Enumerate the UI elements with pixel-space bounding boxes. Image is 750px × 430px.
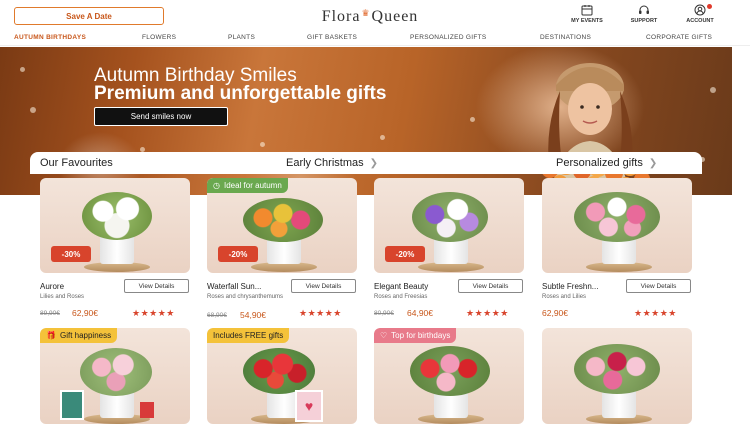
notification-dot: [707, 4, 712, 9]
product-card[interactable]: ◷ Ideal for autumn -20% Waterfall Sun... …: [207, 178, 357, 323]
view-details-button[interactable]: View Details: [458, 279, 523, 293]
price: 54,90€: [240, 310, 266, 320]
crown-icon: ♛: [361, 7, 371, 18]
product-description: Roses and Freesias: [374, 294, 428, 300]
support-label: SUPPORT: [630, 18, 658, 24]
user-icon: [694, 4, 706, 16]
product-card[interactable]: -20% Elegant Beauty Roses and Freesias V…: [374, 178, 524, 323]
view-details-button[interactable]: View Details: [626, 279, 691, 293]
gift-card-image: [60, 390, 84, 420]
nav-plants[interactable]: PLANTS: [228, 34, 255, 41]
product-image[interactable]: ♥ Includes FREE gifts: [207, 328, 357, 424]
old-price: 80,90€: [374, 310, 394, 317]
product-image[interactable]: 🎁 Gift happiness: [40, 328, 190, 424]
product-card[interactable]: 🎁 Gift happiness: [40, 328, 190, 424]
account-button[interactable]: ACCOUNT: [678, 4, 722, 24]
heart-card-image: ♥: [295, 390, 323, 422]
nav-flowers[interactable]: FLOWERS: [142, 34, 176, 41]
send-smiles-button[interactable]: Send smiles now: [94, 107, 228, 126]
promo-tag-label: Top for birthdays: [391, 331, 451, 340]
view-details-button[interactable]: View Details: [124, 279, 189, 293]
price: 62,90€: [542, 308, 568, 318]
discount-badge: -20%: [218, 246, 258, 262]
clock-icon: ◷: [213, 181, 220, 190]
my-events-label: MY EVENTS: [571, 18, 603, 24]
price: 64,90€: [407, 308, 433, 318]
promo-tag: Includes FREE gifts: [207, 328, 290, 343]
product-name[interactable]: Aurore: [40, 282, 120, 291]
discount-badge: -30%: [51, 246, 91, 262]
product-image[interactable]: ♡ Top for birthdays: [374, 328, 524, 424]
old-price: 89,90€: [40, 310, 60, 317]
product-tabs: Our Favourites Early Christmas ❯ Personal…: [30, 152, 702, 174]
rating-stars: ★★★★★: [634, 308, 677, 318]
promo-tag: ◷ Ideal for autumn: [207, 178, 288, 193]
headset-icon: [639, 5, 649, 14]
promo-tag: 🎁 Gift happiness: [40, 328, 118, 343]
calendar-icon: [581, 5, 593, 16]
product-card[interactable]: Subtle Freshn... Roses and Lilies View D…: [542, 178, 692, 323]
product-image[interactable]: [542, 328, 692, 424]
product-image[interactable]: -30%: [40, 178, 190, 273]
account-label: ACCOUNT: [686, 18, 714, 24]
header: Save A Date Flora ♛ Queen MY EVENTS SUPPOR…: [0, 0, 750, 32]
save-a-date-button[interactable]: Save A Date: [14, 7, 164, 25]
my-events-button[interactable]: MY EVENTS: [565, 4, 609, 24]
chevron-right-icon: ❯: [648, 158, 658, 169]
discount-badge: -20%: [385, 246, 425, 262]
promo-tag-label: Ideal for autumn: [223, 181, 282, 190]
nav-destinations[interactable]: DESTINATIONS: [540, 34, 591, 41]
tab-label: Personalized gifts: [556, 157, 643, 169]
product-name[interactable]: Elegant Beauty: [374, 282, 454, 291]
product-image[interactable]: ◷ Ideal for autumn -20%: [207, 178, 357, 273]
promo-tag-label: Includes FREE gifts: [213, 331, 284, 340]
nav-gift-baskets[interactable]: GIFT BASKETS: [307, 34, 357, 41]
product-description: Roses and Lilies: [542, 294, 587, 300]
gift-icon: 🎁: [46, 331, 56, 340]
product-name[interactable]: Subtle Freshn...: [542, 282, 622, 291]
view-details-button[interactable]: View Details: [291, 279, 356, 293]
tab-early-christmas[interactable]: Early Christmas ❯: [286, 157, 378, 169]
promo-tag-label: Gift happiness: [59, 331, 112, 340]
tab-our-favourites[interactable]: Our Favourites: [40, 157, 113, 169]
product-card[interactable]: -30% Aurore Lilies and Roses View Detail…: [40, 178, 190, 323]
nav-corporate-gifts[interactable]: CORPORATE GIFTS: [646, 34, 712, 41]
tab-personalized-gifts[interactable]: Personalized gifts ❯: [556, 157, 657, 169]
rating-stars: ★★★★★: [466, 308, 509, 318]
product-description: Roses and chrysanthemums: [207, 294, 284, 300]
hero-subtitle: Premium and unforgettable gifts: [94, 83, 387, 104]
heart-icon: ♡: [380, 331, 388, 340]
main-nav: AUTUMN BIRTHDAYS FLOWERS PLANTS GIFT BAS…: [0, 32, 750, 46]
support-button[interactable]: SUPPORT: [622, 4, 666, 24]
gift-box-image: [140, 402, 154, 418]
product-image[interactable]: -20%: [374, 178, 524, 273]
chevron-right-icon: ❯: [369, 158, 379, 169]
nav-autumn-birthdays[interactable]: AUTUMN BIRTHDAYS: [14, 34, 86, 41]
product-description: Lilies and Roses: [40, 294, 85, 300]
rating-stars: ★★★★★: [299, 308, 342, 318]
rating-stars: ★★★★★: [132, 308, 175, 318]
page: Save A Date Flora ♛ Queen MY EVENTS SUPPOR…: [0, 0, 750, 430]
nav-personalized-gifts[interactable]: PERSONALIZED GIFTS: [410, 34, 487, 41]
old-price: 68,90€: [207, 312, 227, 319]
tab-label: Our Favourites: [40, 157, 113, 169]
product-card[interactable]: ♡ Top for birthdays: [374, 328, 524, 424]
price: 62,90€: [72, 308, 98, 318]
tab-label: Early Christmas: [286, 157, 364, 169]
product-card[interactable]: [542, 328, 692, 424]
logo-text-right: Queen: [371, 8, 419, 25]
product-name[interactable]: Waterfall Sun...: [207, 282, 287, 291]
logo-text-left: Flora: [321, 8, 361, 25]
product-image[interactable]: [542, 178, 692, 273]
product-card[interactable]: ♥ Includes FREE gifts: [207, 328, 357, 424]
logo[interactable]: Flora ♛ Queen: [310, 6, 430, 28]
promo-tag: ♡ Top for birthdays: [374, 328, 457, 343]
